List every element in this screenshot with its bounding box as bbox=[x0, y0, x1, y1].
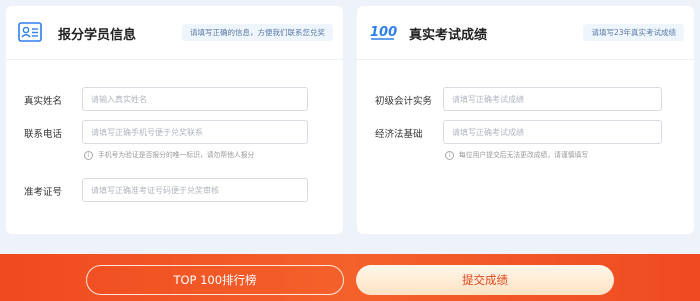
phone-note-text: 手机号为验证是否报分的唯一标识，请勿帮他人报分 bbox=[98, 151, 255, 159]
info-icon: i bbox=[445, 150, 454, 160]
exam-score-card: 100 真实考试成绩 请填写23年真实考试成绩 初级会计实务 经济法基础 i 每位… bbox=[357, 6, 694, 234]
economic-law-score-input[interactable] bbox=[443, 120, 662, 144]
accounting-label: 初级会计实务 bbox=[375, 96, 433, 107]
phone-note: i 手机号为验证是否报分的唯一标识，请勿帮他人报分 bbox=[84, 149, 254, 161]
exam-score-header: 100 真实考试成绩 请填写23年真实考试成绩 bbox=[357, 6, 694, 60]
score-note-text: 每位用户提交后无法更改成绩，请谨慎填写 bbox=[459, 151, 589, 159]
accounting-score-input[interactable] bbox=[443, 87, 662, 111]
exam-score-hint: 请填写23年真实考试成绩 bbox=[583, 24, 684, 41]
economic-law-row: 经济法基础 bbox=[357, 120, 694, 146]
student-info-hint: 请填写正确的信息，方便我们联系您兑奖 bbox=[182, 24, 333, 41]
phone-row: 联系电话 bbox=[6, 120, 343, 146]
exam-id-row: 准考证号 bbox=[6, 178, 343, 204]
top100-ranking-button[interactable]: TOP 100排行榜 bbox=[86, 265, 344, 295]
name-input[interactable] bbox=[82, 87, 308, 111]
phone-label: 联系电话 bbox=[24, 129, 63, 140]
student-info-card: 报分学员信息 请填写正确的信息，方便我们联系您兑奖 真实姓名 联系电话 i 手机号… bbox=[6, 6, 343, 234]
id-card-icon bbox=[18, 22, 42, 42]
accounting-row: 初级会计实务 bbox=[357, 87, 694, 113]
exam-id-input[interactable] bbox=[82, 178, 308, 202]
student-info-title: 报分学员信息 bbox=[58, 28, 137, 43]
submit-score-button[interactable]: 提交成绩 bbox=[356, 265, 614, 295]
name-row: 真实姓名 bbox=[6, 87, 343, 113]
exam-score-title: 真实考试成绩 bbox=[409, 28, 488, 43]
name-label: 真实姓名 bbox=[24, 96, 63, 107]
bottom-action-bar: TOP 100排行榜 提交成绩 bbox=[0, 254, 700, 301]
phone-input[interactable] bbox=[82, 120, 308, 144]
score-100-icon: 100 bbox=[369, 22, 397, 42]
info-icon: i bbox=[84, 150, 93, 160]
svg-text:100: 100 bbox=[370, 25, 397, 40]
score-note: i 每位用户提交后无法更改成绩，请谨慎填写 bbox=[445, 149, 588, 161]
economic-law-label: 经济法基础 bbox=[375, 129, 423, 140]
student-info-header: 报分学员信息 请填写正确的信息，方便我们联系您兑奖 bbox=[6, 6, 343, 60]
exam-id-label: 准考证号 bbox=[24, 187, 63, 198]
